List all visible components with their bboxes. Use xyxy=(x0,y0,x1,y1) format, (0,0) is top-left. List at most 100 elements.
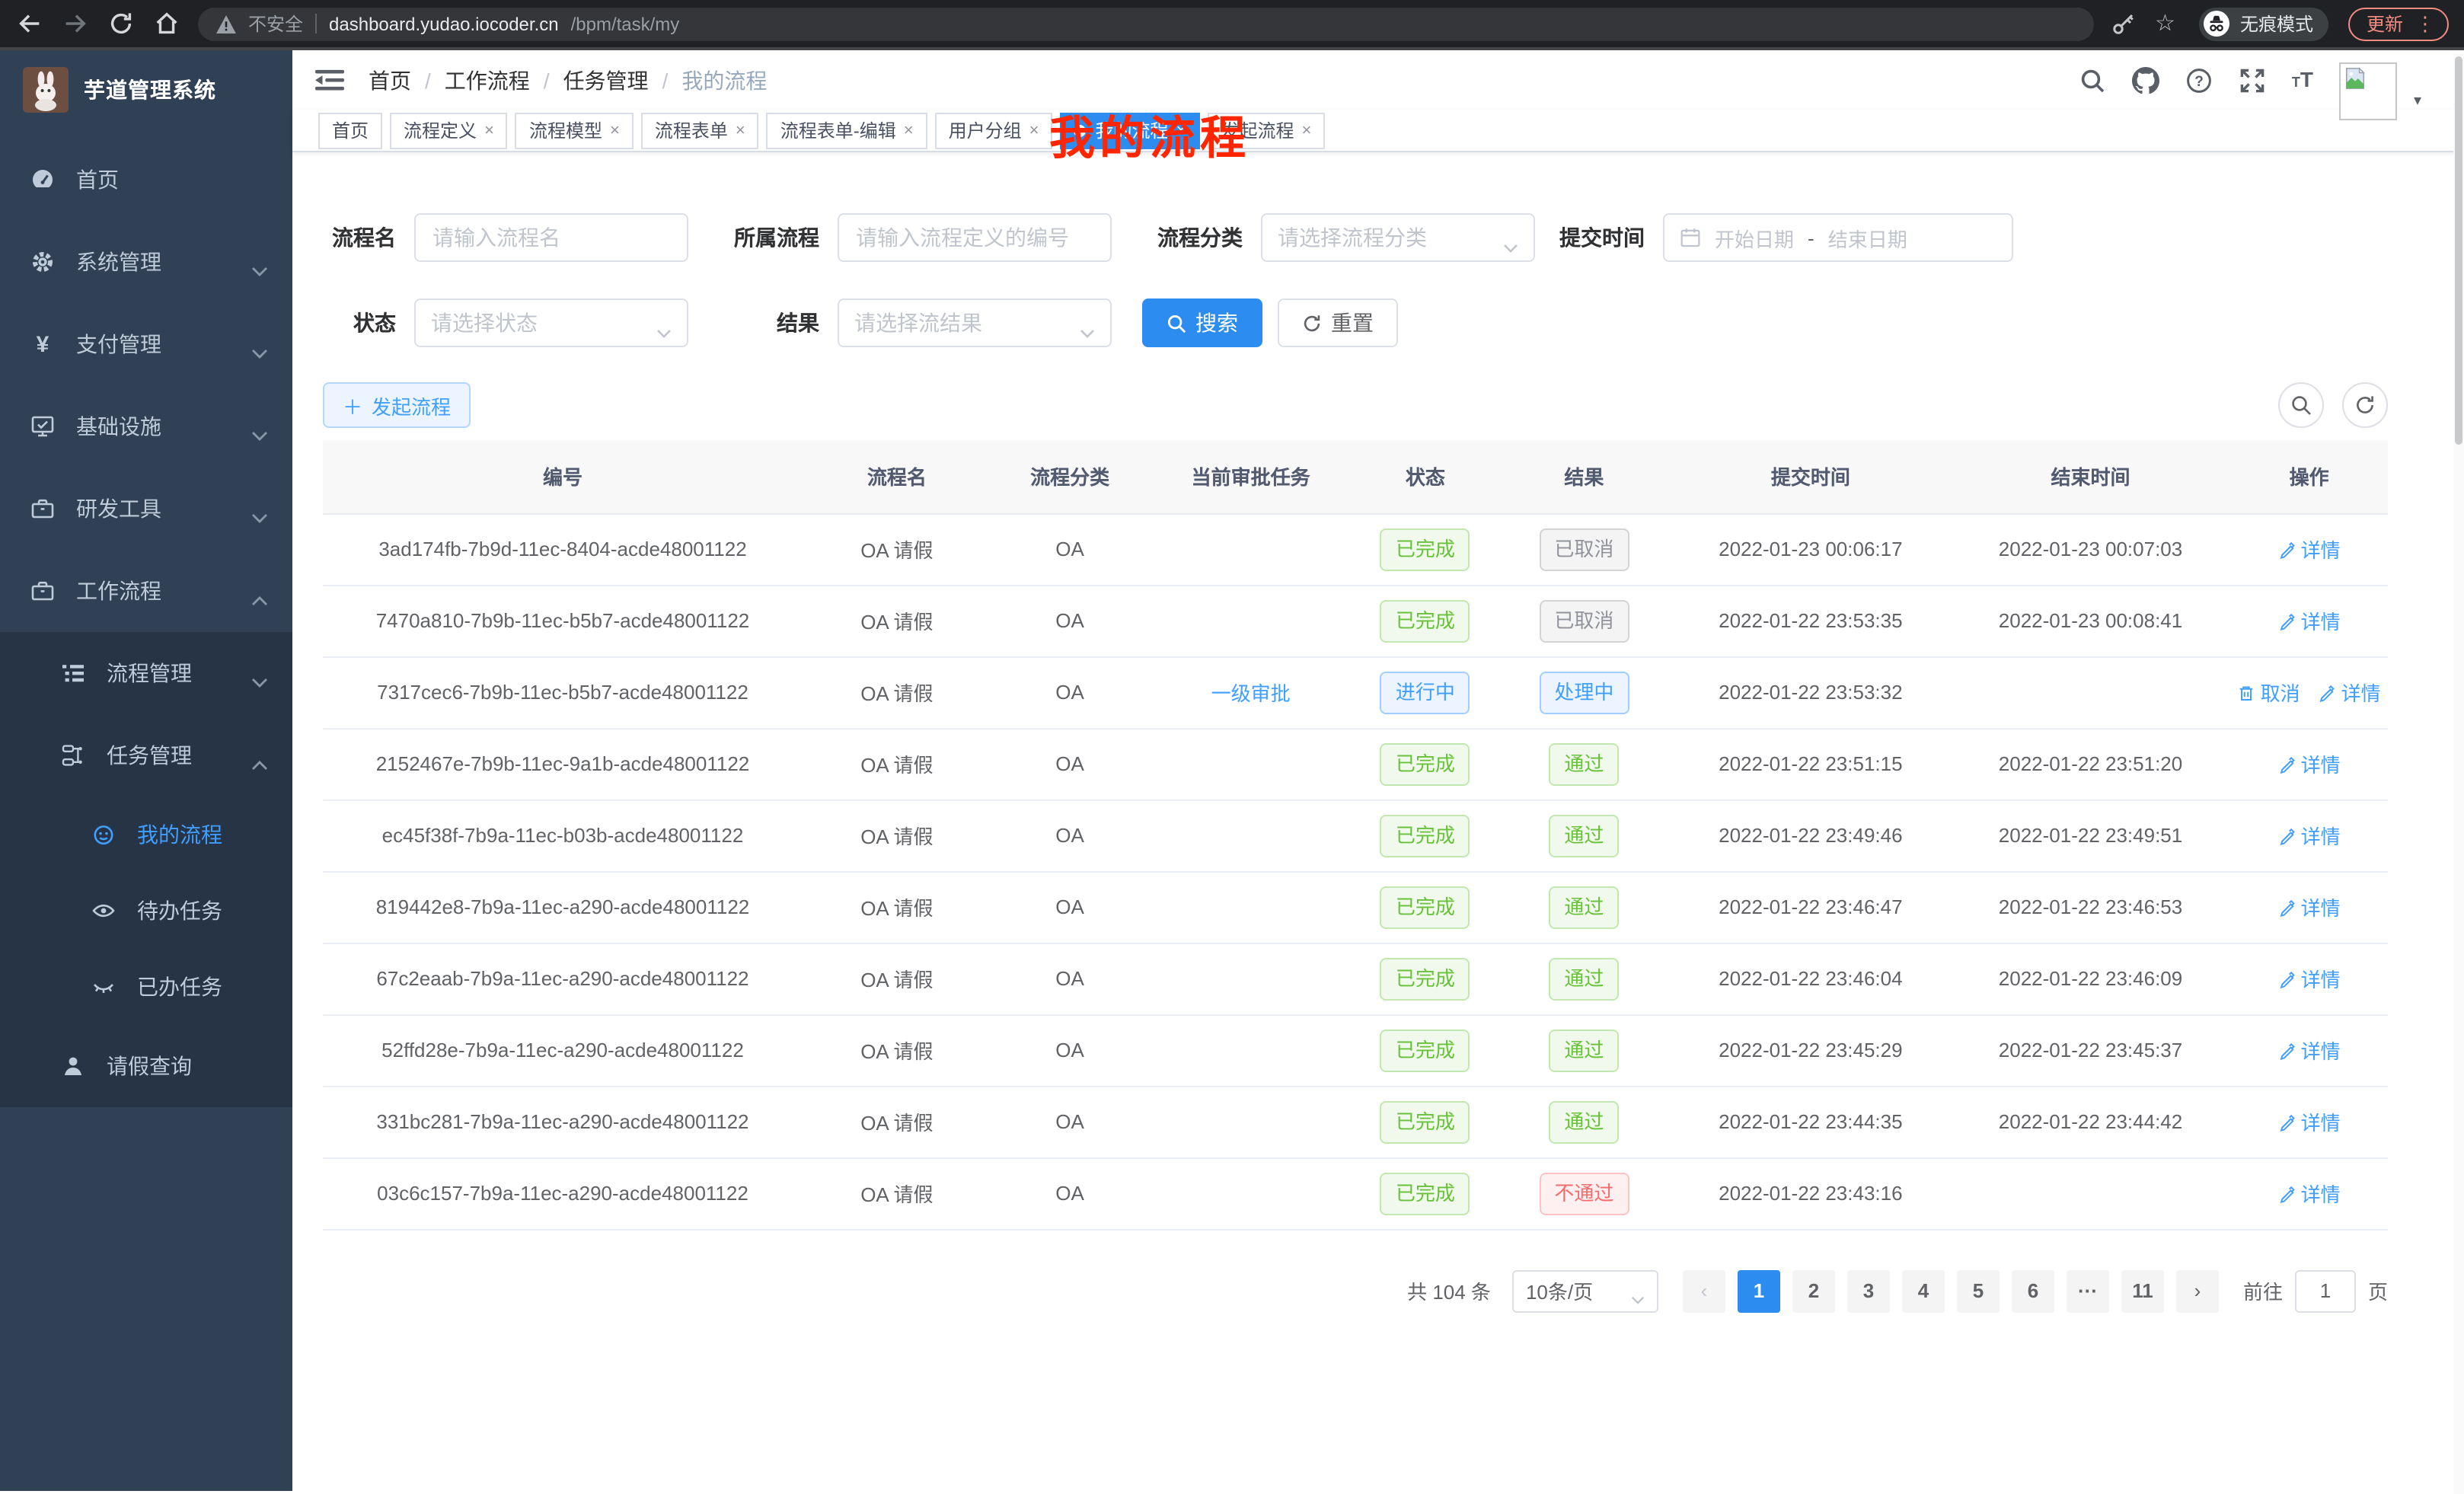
detail-link[interactable]: 详情 xyxy=(2278,821,2341,850)
sidebar-item-task-mgmt[interactable]: 任务管理 xyxy=(0,714,292,796)
tab-start-process[interactable]: 发起流程× xyxy=(1207,112,1325,148)
refresh-button[interactable] xyxy=(2342,382,2388,428)
close-icon[interactable]: × xyxy=(736,121,745,139)
tab-process-form[interactable]: 流程表单× xyxy=(641,112,759,148)
tab-process-definition[interactable]: 流程定义× xyxy=(390,112,508,148)
breadcrumb-task-mgmt[interactable]: 任务管理 xyxy=(563,65,649,95)
cell-end-time: 2022-01-22 23:45:37 xyxy=(1951,1014,2231,1086)
avatar-caret-icon[interactable]: ▾ xyxy=(2414,93,2421,110)
detail-link[interactable]: 详情 xyxy=(2278,1036,2341,1065)
breadcrumb-workflow[interactable]: 工作流程 xyxy=(445,65,530,95)
github-icon[interactable] xyxy=(2132,66,2159,94)
detail-link[interactable]: 详情 xyxy=(2278,892,2341,921)
detail-link[interactable]: 详情 xyxy=(2319,678,2381,707)
tab-process-model[interactable]: 流程模型× xyxy=(515,112,634,148)
home-icon[interactable] xyxy=(152,9,181,38)
sidebar-item-process-mgmt[interactable]: 流程管理 xyxy=(0,632,292,714)
help-icon[interactable]: ? xyxy=(2185,66,2213,94)
chevron-up-icon xyxy=(251,586,268,596)
page-button-1[interactable]: 1 xyxy=(1738,1269,1780,1312)
page-size-select[interactable]: 10条/页 xyxy=(1512,1269,1658,1312)
sidebar-item-my-process[interactable]: 我的流程 xyxy=(0,796,292,873)
tab-home[interactable]: 首页 xyxy=(318,112,382,148)
next-page-button[interactable]: › xyxy=(2176,1269,2219,1312)
table-tools xyxy=(2278,382,2388,428)
cell-category: OA xyxy=(991,1157,1149,1229)
close-icon[interactable]: × xyxy=(904,121,914,139)
page-button-6[interactable]: 6 xyxy=(2012,1269,2054,1312)
start-process-button[interactable]: ＋ 发起流程 xyxy=(323,382,471,428)
chevron-down-icon xyxy=(1080,318,1095,327)
sidebar-item-system[interactable]: 系统管理 xyxy=(0,221,292,303)
current-task-link[interactable]: 一级审批 xyxy=(1211,682,1291,705)
app-logo[interactable]: 芋道管理系统 xyxy=(0,50,292,129)
close-icon[interactable]: × xyxy=(610,121,620,139)
hamburger-icon[interactable] xyxy=(315,68,344,92)
sidebar-item-done-tasks[interactable]: 已办任务 xyxy=(0,949,292,1025)
reset-button[interactable]: 重置 xyxy=(1278,298,1398,347)
cell-end-time: 2022-01-22 23:46:09 xyxy=(1951,943,2231,1014)
goto-page-input[interactable] xyxy=(2295,1269,2356,1312)
search-icon[interactable] xyxy=(2079,66,2106,94)
reload-icon[interactable] xyxy=(107,9,136,38)
cell-category: OA xyxy=(991,513,1149,585)
close-icon[interactable]: × xyxy=(484,121,494,139)
process-name-input[interactable] xyxy=(414,213,688,262)
sidebar-item-dev-tools[interactable]: 研发工具 xyxy=(0,468,292,550)
close-icon[interactable]: × xyxy=(1301,121,1311,139)
password-key-icon[interactable] xyxy=(2111,11,2135,36)
table-row: 3ad174fb-7b9d-11ec-8404-acde48001122 OA … xyxy=(323,513,2388,585)
detail-link[interactable]: 详情 xyxy=(2278,1179,2341,1208)
parent-process-input[interactable] xyxy=(838,213,1112,262)
show-search-button[interactable] xyxy=(2278,382,2324,428)
status-select[interactable]: 请选择状态 xyxy=(414,298,688,347)
detail-link[interactable]: 详情 xyxy=(2278,535,2341,563)
browser-menu-icon[interactable]: ⋮ xyxy=(2415,14,2435,33)
date-range-picker[interactable]: 开始日期 - 结束日期 xyxy=(1663,213,2013,262)
incognito-label: 无痕模式 xyxy=(2240,11,2313,37)
cancel-link[interactable]: 取消 xyxy=(2238,678,2300,707)
page-button-11[interactable]: 11 xyxy=(2121,1269,2164,1312)
cell-result: 通过 xyxy=(1498,800,1671,871)
cell-task xyxy=(1148,1014,1353,1086)
scrollbar-thumb[interactable] xyxy=(2455,56,2462,445)
close-icon[interactable]: × xyxy=(1029,121,1039,139)
text-size-icon[interactable]: TT xyxy=(2292,66,2313,94)
sidebar-item-infrastructure[interactable]: 基础设施 xyxy=(0,385,292,468)
more-pages-button[interactable]: ··· xyxy=(2067,1269,2109,1312)
detail-link[interactable]: 详情 xyxy=(2278,1107,2341,1136)
prev-page-button[interactable]: ‹ xyxy=(1683,1269,1725,1312)
close-icon[interactable]: × xyxy=(1176,121,1186,139)
incognito-icon xyxy=(2204,11,2229,37)
search-button[interactable]: 搜索 xyxy=(1142,298,1262,347)
page-button-3[interactable]: 3 xyxy=(1847,1269,1890,1312)
sidebar-item-workflow[interactable]: 工作流程 xyxy=(0,550,292,632)
avatar[interactable] xyxy=(2339,62,2397,120)
page-button-5[interactable]: 5 xyxy=(1957,1269,2000,1312)
tab-process-form-edit[interactable]: 流程表单-编辑× xyxy=(767,112,927,148)
page-button-4[interactable]: 4 xyxy=(1902,1269,1945,1312)
sidebar-item-label: 系统管理 xyxy=(76,247,161,277)
back-icon[interactable] xyxy=(15,9,44,38)
page-button-2[interactable]: 2 xyxy=(1792,1269,1835,1312)
category-select[interactable]: 请选择流程分类 xyxy=(1261,213,1535,262)
sidebar-item-todo-tasks[interactable]: 待办任务 xyxy=(0,873,292,949)
detail-link[interactable]: 详情 xyxy=(2278,606,2341,635)
tab-user-group[interactable]: 用户分组× xyxy=(935,112,1053,148)
detail-link[interactable]: 详情 xyxy=(2278,749,2341,778)
forward-icon[interactable] xyxy=(61,9,90,38)
address-bar[interactable]: 不安全 dashboard.yudao.iocoder.cn/bpm/task/… xyxy=(198,7,2094,40)
chrome-update-button[interactable]: 更新 ⋮ xyxy=(2348,7,2449,40)
cell-result: 通过 xyxy=(1498,871,1671,943)
result-select[interactable]: 请选择流结果 xyxy=(838,298,1112,347)
detail-link[interactable]: 详情 xyxy=(2278,964,2341,993)
sidebar-item-leave-query[interactable]: 请假查询 xyxy=(0,1025,292,1107)
app-title: 芋道管理系统 xyxy=(84,75,216,105)
breadcrumb-home[interactable]: 首页 xyxy=(369,65,411,95)
sidebar-item-home[interactable]: 首页 xyxy=(0,139,292,221)
status-badge: 已完成 xyxy=(1380,957,1470,1000)
sidebar-item-payment[interactable]: ¥ 支付管理 xyxy=(0,303,292,385)
tab-my-process[interactable]: 我的流程× xyxy=(1061,112,1200,148)
fullscreen-icon[interactable] xyxy=(2239,66,2266,94)
bookmark-star-icon[interactable]: ☆ xyxy=(2155,11,2179,36)
